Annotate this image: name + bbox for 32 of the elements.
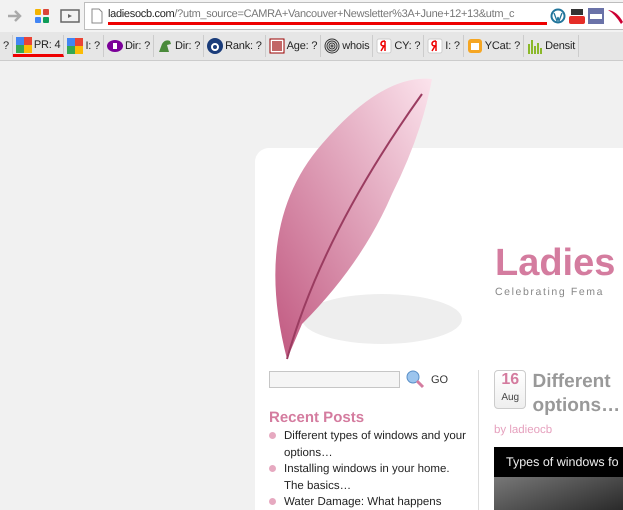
go-button[interactable]: GO — [431, 374, 448, 386]
toolbar-item[interactable]: CY: ? — [373, 35, 424, 57]
yandex-icon — [427, 38, 444, 54]
toolbar-item[interactable]: Dir: ? — [104, 35, 154, 57]
video-player[interactable]: Types of windows fo — [494, 447, 623, 510]
toolbar-item[interactable]: Dir: ? — [154, 35, 204, 57]
apps-icon[interactable] — [34, 8, 50, 24]
fingerprint-icon — [324, 38, 340, 54]
post-link[interactable]: Installing windows in your home. The basics… — [284, 461, 469, 494]
toolbar-item[interactable]: Rank: ? — [204, 35, 266, 57]
toolbar-item[interactable]: Age: ? — [266, 35, 322, 57]
yandex-icon — [376, 38, 392, 54]
bar-chart-icon — [527, 38, 544, 54]
site-title: Ladies — [495, 242, 616, 285]
magnifier-icon[interactable] — [406, 370, 425, 389]
post-link[interactable]: Different types of windows and your options… — [284, 428, 469, 461]
toolbar-item[interactable]: YCat: ? — [464, 35, 524, 57]
wordpress-icon[interactable] — [550, 8, 566, 24]
post-link[interactable]: Water Damage: What happens — [284, 494, 442, 510]
toolbar-item[interactable]: Densit — [524, 35, 580, 57]
toolbar-item[interactable]: I: ? — [424, 35, 464, 57]
site-tagline: Celebrating Fema — [495, 286, 604, 298]
video-caption: Types of windows fo — [494, 447, 623, 477]
toolbar-item[interactable]: whois — [321, 35, 374, 57]
search-field[interactable] — [269, 371, 400, 388]
recent-posts-heading: Recent Posts — [269, 409, 366, 426]
toolbar-item[interactable]: PR: 4 — [12, 35, 64, 57]
date-badge: 16 Aug — [494, 370, 526, 409]
barcode-icon — [268, 38, 285, 54]
toolbar-item[interactable]: ? — [0, 35, 13, 57]
page-icon — [89, 8, 105, 24]
toolbar-item[interactable]: I: ? — [64, 35, 104, 57]
